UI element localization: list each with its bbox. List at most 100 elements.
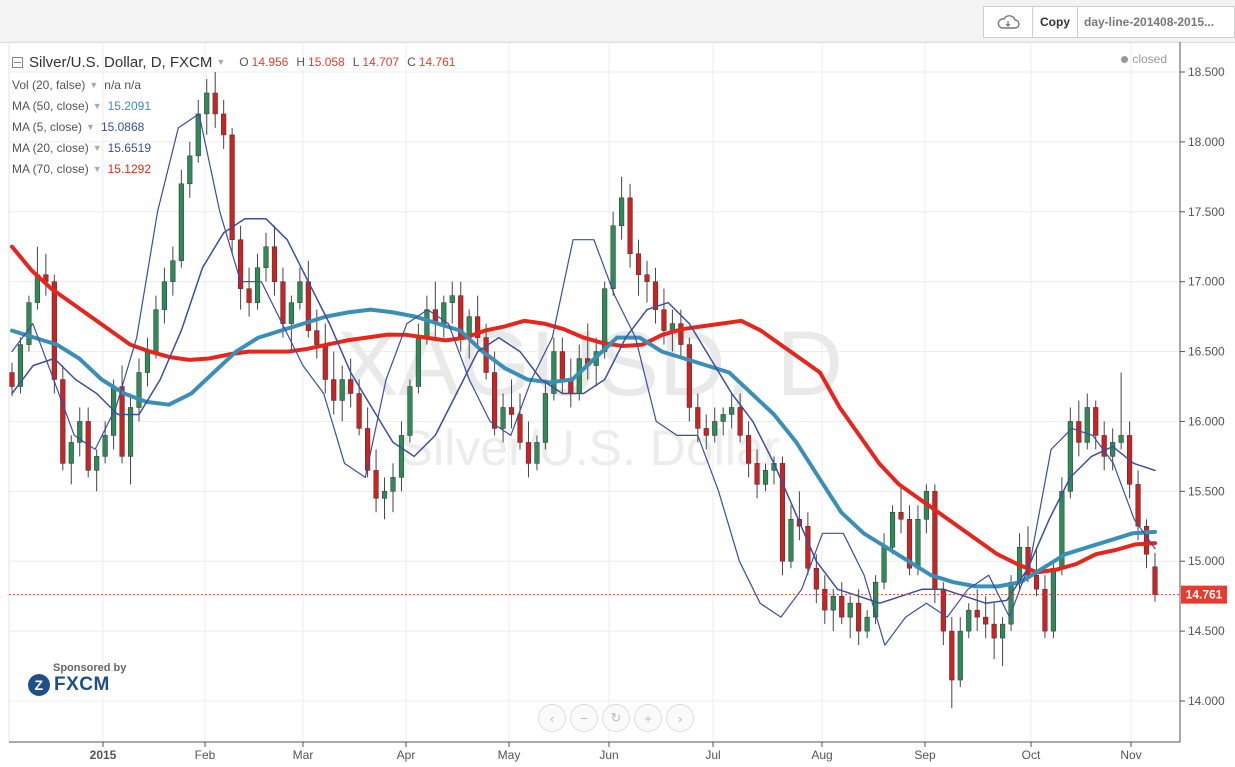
- cloud-icon[interactable]: [984, 7, 1033, 37]
- candle-body: [492, 372, 498, 429]
- candle-body: [1025, 546, 1031, 576]
- collapse-icon[interactable]: [12, 56, 23, 68]
- candle-body: [288, 302, 294, 324]
- candle: [839, 582, 845, 625]
- candle: [771, 456, 777, 485]
- candle-body: [949, 630, 955, 681]
- scroll-right-button[interactable]: ›: [666, 704, 694, 732]
- candle-body: [365, 428, 371, 471]
- candle-body: [475, 316, 481, 338]
- candle-body: [830, 595, 836, 611]
- candle-body: [873, 581, 879, 618]
- candle: [373, 449, 379, 513]
- candle-body: [1143, 526, 1150, 555]
- candle-body: [686, 344, 692, 408]
- chevron-down-icon[interactable]: ▼: [86, 122, 95, 132]
- candle-body: [94, 456, 100, 471]
- study-name: MA (50, close): [12, 98, 89, 113]
- candle-body: [1093, 407, 1099, 436]
- candle: [525, 421, 532, 478]
- chart-watermark: XAGUSD, D Silver/U.S. Dollar: [337, 313, 843, 476]
- chart-legend: Silver/U.S. Dollar, D, FXCM ▼ O 14.956 H1…: [12, 50, 455, 179]
- candle: [246, 267, 252, 317]
- candle-body: [966, 609, 972, 632]
- candle-body: [458, 295, 464, 338]
- zoom-in-button[interactable]: +: [634, 704, 662, 732]
- chevron-down-icon[interactable]: ▼: [216, 57, 225, 67]
- chevron-down-icon[interactable]: ▼: [93, 143, 102, 153]
- candle: [153, 295, 159, 359]
- candle-body: [77, 421, 83, 443]
- legend-study-ma70[interactable]: MA (70, close) ▼ 15.1292: [12, 158, 455, 179]
- status-dot-icon: [1121, 56, 1129, 64]
- zoom-out-button[interactable]: −: [570, 704, 598, 732]
- candle-body: [923, 491, 929, 520]
- x-tick-label: Nov: [1120, 748, 1141, 762]
- candle: [966, 603, 972, 639]
- high-key: H: [296, 55, 306, 69]
- candle-body: [813, 567, 819, 590]
- candle-body: [762, 470, 769, 485]
- candle: [508, 379, 515, 429]
- candle: [51, 274, 57, 394]
- scroll-left-button[interactable]: ‹: [538, 704, 566, 732]
- candle: [1127, 421, 1133, 499]
- candle: [517, 393, 523, 450]
- sponsor-logo[interactable]: Sponsored by Z FXCM: [28, 662, 126, 696]
- candle: [271, 225, 278, 296]
- market-status: closed: [1121, 52, 1167, 66]
- reset-button[interactable]: ↻: [602, 704, 630, 732]
- y-tick-label: 14.500: [1188, 624, 1225, 638]
- y-tick-label: 15.500: [1188, 484, 1225, 498]
- legend-study-ma20[interactable]: MA (20, close) ▼ 15.6519: [12, 137, 455, 158]
- candle: [635, 239, 642, 296]
- candle-body: [1076, 421, 1082, 443]
- candle: [856, 589, 862, 646]
- candle: [1008, 575, 1014, 632]
- candle-body: [839, 595, 845, 618]
- candle: [407, 379, 413, 443]
- candle: [940, 582, 946, 646]
- candle-body: [1016, 546, 1023, 583]
- candle: [822, 575, 828, 625]
- y-tick-label: 16.500: [1188, 345, 1225, 359]
- candle: [1050, 561, 1056, 639]
- legend-study-ma5[interactable]: MA (5, close) ▼ 15.0868: [12, 116, 455, 137]
- candle-body: [695, 407, 701, 429]
- candle: [983, 596, 989, 639]
- chevron-down-icon[interactable]: ▼: [89, 80, 98, 90]
- candle: [339, 365, 345, 422]
- copy-button[interactable]: Copy: [1033, 7, 1078, 37]
- candle-body: [1127, 435, 1133, 485]
- candle: [1059, 477, 1065, 576]
- candle: [77, 407, 83, 457]
- candle-body: [1110, 442, 1116, 457]
- legend-study-vol[interactable]: Vol (20, false) ▼ n/a n/a: [12, 74, 455, 95]
- candle: [864, 610, 870, 639]
- candle: [466, 309, 472, 359]
- candle-body: [17, 344, 24, 387]
- study-value: 15.2091: [107, 98, 152, 113]
- candle: [889, 505, 896, 555]
- last-price-marker: 14.761: [9, 585, 1227, 604]
- candle-body: [119, 386, 125, 457]
- chart-name-label[interactable]: day-line-201408-2015...: [1078, 7, 1234, 37]
- study-name: MA (20, close): [12, 140, 89, 155]
- candle: [144, 337, 151, 387]
- close-value: 14.761: [418, 55, 456, 69]
- candle-body: [1152, 566, 1158, 596]
- candle-body: [822, 588, 828, 611]
- candle: [365, 407, 371, 478]
- candle: [542, 379, 548, 450]
- legend-study-ma50[interactable]: MA (50, close) ▼ 15.2091: [12, 95, 455, 116]
- chevron-down-icon[interactable]: ▼: [93, 101, 102, 111]
- close-key: C: [407, 55, 416, 69]
- candle: [534, 435, 540, 471]
- candle-body: [136, 372, 142, 408]
- candle: [881, 533, 887, 590]
- candle-body: [508, 407, 515, 415]
- low-value: 14.707: [362, 55, 400, 69]
- candle-body: [102, 435, 108, 457]
- candle: [483, 323, 489, 380]
- chevron-down-icon[interactable]: ▼: [93, 164, 102, 174]
